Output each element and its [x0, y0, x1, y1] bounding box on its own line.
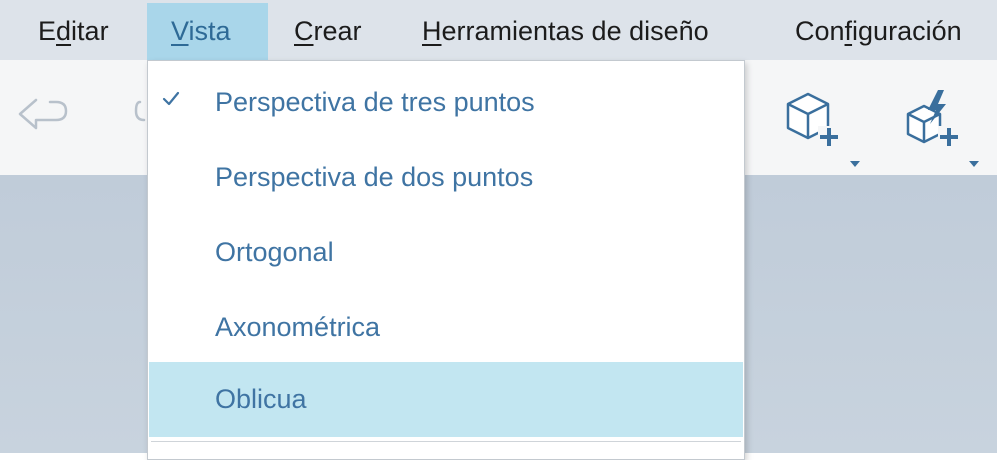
add-cube-dropdown-arrow[interactable]	[849, 156, 861, 167]
menu-separator	[151, 441, 741, 442]
menu-item-label: Perspectiva de tres puntos	[215, 87, 535, 117]
chevron-down-icon	[850, 161, 860, 167]
menu-herramientas-post: erramientas de diseño	[441, 16, 709, 46]
menu-configuracion[interactable]: Configuración	[771, 3, 986, 60]
menu-vista-post: ista	[188, 16, 231, 46]
smart-cube-add-icon	[906, 90, 960, 148]
menu-configuracion-pre: Con	[795, 16, 845, 46]
menu-vista[interactable]: Vista	[147, 3, 268, 60]
add-smart-cube-dropdown-arrow[interactable]	[968, 156, 980, 167]
menu-herramientas-mnemonic: H	[422, 16, 442, 46]
add-smart-cube-button[interactable]	[900, 86, 964, 150]
menu-item-ortogonal[interactable]: Ortogonal	[149, 215, 743, 290]
view-menu-dropdown: Perspectiva de tres puntos Perspectiva d…	[147, 60, 745, 460]
menu-editar-mnemonic: d	[56, 16, 72, 46]
menu-item-label: Axonométrica	[215, 312, 381, 342]
checkmark-icon	[162, 91, 180, 106]
menu-item-perspectiva-tres-puntos[interactable]: Perspectiva de tres puntos	[149, 65, 743, 140]
menu-editar[interactable]: Editar	[14, 3, 133, 60]
menu-configuracion-post: iguración	[852, 16, 962, 46]
menu-crear-mnemonic: C	[294, 16, 314, 46]
chevron-down-icon	[969, 161, 979, 167]
menu-herramientas-de-diseno[interactable]: Herramientas de diseño	[398, 3, 733, 60]
cube-add-icon	[786, 92, 840, 148]
menu-item-label: Oblicua	[215, 384, 307, 414]
menu-bar: Editar Vista Crear Herramientas de diseñ…	[0, 0, 997, 60]
menu-configuracion-mnemonic: f	[844, 16, 853, 46]
undo-icon	[18, 98, 68, 130]
menu-item-label: Perspectiva de dos puntos	[215, 162, 534, 192]
menu-crear[interactable]: Crear	[270, 3, 386, 60]
menu-editar-pre: E	[38, 16, 57, 46]
menu-item-axonometrica[interactable]: Axonométrica	[149, 290, 743, 365]
menu-item-label: Ortogonal	[215, 237, 334, 267]
menu-item-perspectiva-dos-puntos[interactable]: Perspectiva de dos puntos	[149, 140, 743, 215]
menu-item-oblicua[interactable]: Oblicua	[149, 362, 743, 437]
menu-vista-mnemonic: V	[171, 16, 189, 46]
undo-button[interactable]	[16, 94, 70, 138]
menu-crear-post: rear	[313, 16, 362, 46]
add-cube-button[interactable]	[780, 86, 844, 150]
menu-editar-post: itar	[71, 16, 109, 46]
